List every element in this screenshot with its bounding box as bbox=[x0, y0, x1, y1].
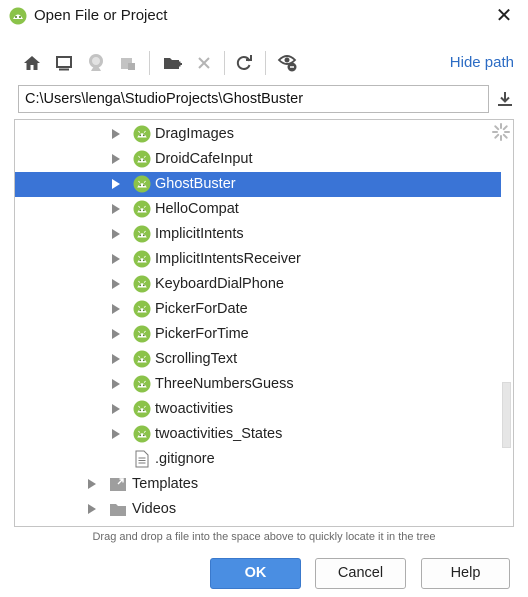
expand-arrow-icon[interactable] bbox=[111, 328, 121, 340]
tree-row[interactable]: DroidCafeInput bbox=[15, 147, 501, 172]
android-project-icon bbox=[133, 200, 151, 218]
expand-arrow-icon[interactable] bbox=[111, 253, 121, 265]
expand-arrow-icon[interactable] bbox=[111, 228, 121, 240]
help-button[interactable]: Help bbox=[421, 558, 510, 589]
android-project-icon bbox=[133, 225, 151, 243]
text-file-icon bbox=[135, 450, 149, 468]
tree-row[interactable]: HelloCompat bbox=[15, 197, 501, 222]
expand-arrow-icon[interactable] bbox=[111, 303, 121, 315]
android-project-icon bbox=[133, 125, 151, 143]
android-project-icon bbox=[133, 425, 151, 443]
expand-arrow-icon[interactable] bbox=[87, 478, 97, 490]
android-project-icon bbox=[133, 150, 151, 168]
refresh-icon[interactable] bbox=[232, 51, 256, 75]
module-icon[interactable] bbox=[116, 51, 140, 75]
expand-arrow-icon[interactable] bbox=[111, 128, 121, 140]
expand-arrow-icon[interactable] bbox=[111, 403, 121, 415]
tree-row-label: GhostBuster bbox=[155, 176, 236, 192]
tree-row[interactable]: DragImages bbox=[15, 122, 501, 147]
tree-row-label: Templates bbox=[132, 476, 199, 492]
tree-row[interactable]: ImplicitIntentsReceiver bbox=[15, 247, 501, 272]
tree-row[interactable]: Templates bbox=[15, 472, 501, 497]
expand-arrow-icon[interactable] bbox=[111, 153, 121, 165]
file-tree[interactable]: DragImages DroidCafeInput GhostBuster Hello… bbox=[14, 119, 514, 527]
android-project-icon bbox=[133, 175, 151, 193]
toolbar-separator bbox=[149, 51, 150, 75]
tree-row-label: HelloCompat bbox=[155, 201, 239, 217]
tree-row[interactable]: twoactivities_States bbox=[15, 422, 501, 447]
new-folder-icon[interactable] bbox=[161, 51, 185, 75]
android-project-icon bbox=[133, 375, 151, 393]
tree-row[interactable]: PickerForTime bbox=[15, 322, 501, 347]
toolbar-separator bbox=[265, 51, 266, 75]
expand-arrow-icon[interactable] bbox=[111, 278, 121, 290]
folder-icon bbox=[110, 504, 126, 516]
tree-row-label: ImplicitIntents bbox=[155, 226, 244, 242]
tree-row-label: twoactivities bbox=[155, 401, 234, 417]
title-bar: Open File or Project ✕ bbox=[0, 0, 528, 32]
expand-arrow-icon[interactable] bbox=[87, 503, 97, 515]
tree-row[interactable]: ImplicitIntents bbox=[15, 222, 501, 247]
tree-row-label: twoactivities_States bbox=[155, 426, 283, 442]
android-project-icon bbox=[133, 250, 151, 268]
path-input[interactable] bbox=[18, 85, 489, 113]
tree-row[interactable]: Videos bbox=[15, 497, 501, 522]
delete-icon[interactable] bbox=[192, 51, 216, 75]
expand-arrow-icon[interactable] bbox=[111, 428, 121, 440]
folder-shortcut-icon bbox=[110, 478, 126, 491]
tree-row[interactable]: ThreeNumbersGuess bbox=[15, 372, 501, 397]
tree-row-label: Videos bbox=[132, 501, 177, 517]
home-icon[interactable] bbox=[20, 51, 44, 75]
tree-row-label: DragImages bbox=[155, 126, 234, 142]
android-studio-icon bbox=[9, 7, 27, 25]
ok-button[interactable]: OK bbox=[210, 558, 301, 589]
tree-row-label: ImplicitIntentsReceiver bbox=[155, 251, 301, 267]
download-icon[interactable] bbox=[494, 88, 516, 110]
toolbar-separator bbox=[224, 51, 225, 75]
desktop-icon[interactable] bbox=[52, 51, 76, 75]
project-icon[interactable] bbox=[84, 51, 108, 75]
hide-path-link[interactable]: Hide path bbox=[450, 54, 514, 71]
android-project-icon bbox=[133, 300, 151, 318]
tree-row-label: PickerForTime bbox=[155, 326, 249, 342]
android-project-icon bbox=[133, 325, 151, 343]
expand-arrow-icon[interactable] bbox=[111, 203, 121, 215]
expand-arrow-icon[interactable] bbox=[111, 353, 121, 365]
tree-row[interactable]: twoactivities bbox=[15, 397, 501, 422]
tree-row-label: .gitignore bbox=[155, 451, 215, 467]
close-button[interactable]: ✕ bbox=[492, 4, 516, 28]
tree-row-label: PickerForDate bbox=[155, 301, 248, 317]
tree-row[interactable]: GhostBuster bbox=[15, 172, 501, 197]
tree-row[interactable]: KeyboardDialPhone bbox=[15, 272, 501, 297]
android-project-icon bbox=[133, 400, 151, 418]
tree-row[interactable]: .gitignore bbox=[15, 447, 501, 472]
tree-row-label: KeyboardDialPhone bbox=[155, 276, 284, 292]
tree-row[interactable]: ScrollingText bbox=[15, 347, 501, 372]
toolbar: Hide path bbox=[18, 48, 518, 78]
expand-arrow-icon[interactable] bbox=[111, 178, 121, 190]
tree-row-label: ThreeNumbersGuess bbox=[155, 376, 294, 392]
tree-row-label: DroidCafeInput bbox=[155, 151, 253, 167]
android-project-icon bbox=[133, 350, 151, 368]
window-title: Open File or Project bbox=[34, 7, 168, 24]
drag-drop-hint: Drag and drop a file into the space abov… bbox=[92, 531, 436, 543]
expand-arrow-icon[interactable] bbox=[111, 378, 121, 390]
tree-row[interactable]: PickerForDate bbox=[15, 297, 501, 322]
tree-row-label: ScrollingText bbox=[155, 351, 238, 367]
tree-scrollbar[interactable] bbox=[502, 382, 511, 448]
android-project-icon bbox=[133, 275, 151, 293]
show-hidden-icon[interactable] bbox=[276, 51, 300, 75]
cancel-button[interactable]: Cancel bbox=[315, 558, 406, 589]
